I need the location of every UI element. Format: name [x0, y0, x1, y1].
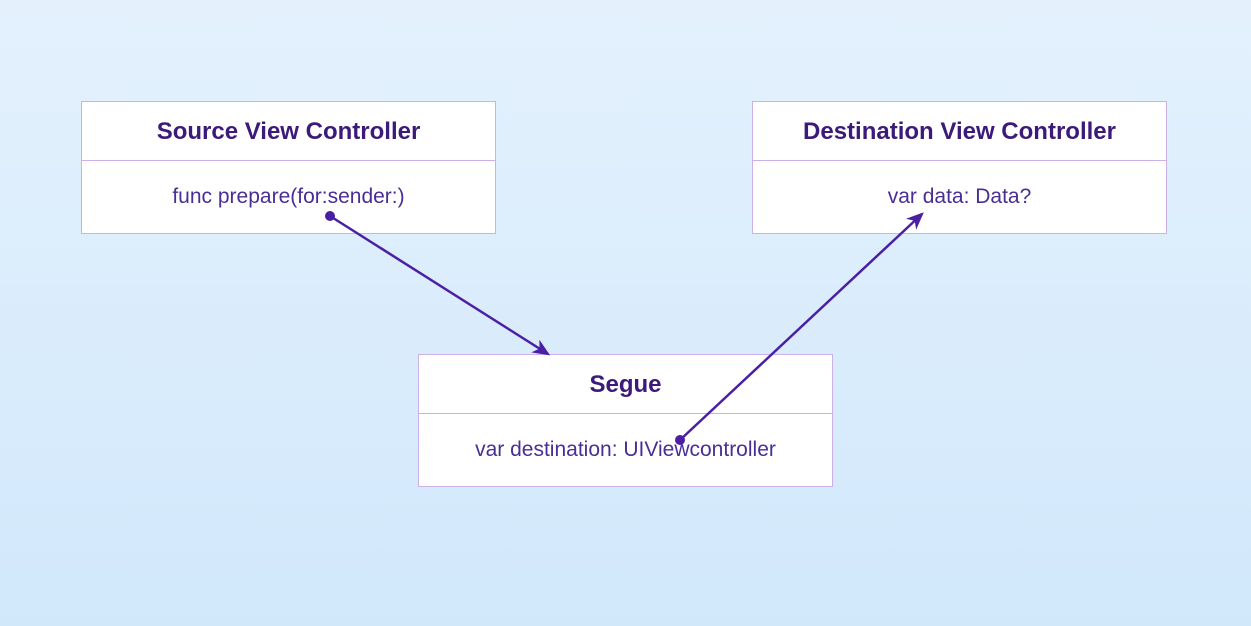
box-source-view-controller: Source View Controller func prepare(for:…	[81, 101, 496, 234]
box-segue: Segue var destination: UIViewcontroller	[418, 354, 833, 487]
box-destination-title: Destination View Controller	[753, 102, 1166, 161]
box-destination-view-controller: Destination View Controller var data: Da…	[752, 101, 1167, 234]
box-segue-body: var destination: UIViewcontroller	[419, 414, 832, 486]
box-segue-title: Segue	[419, 355, 832, 414]
box-source-body: func prepare(for:sender:)	[82, 161, 495, 233]
box-source-title: Source View Controller	[82, 102, 495, 161]
arrows-overlay	[0, 0, 1251, 626]
box-destination-body: var data: Data?	[753, 161, 1166, 233]
